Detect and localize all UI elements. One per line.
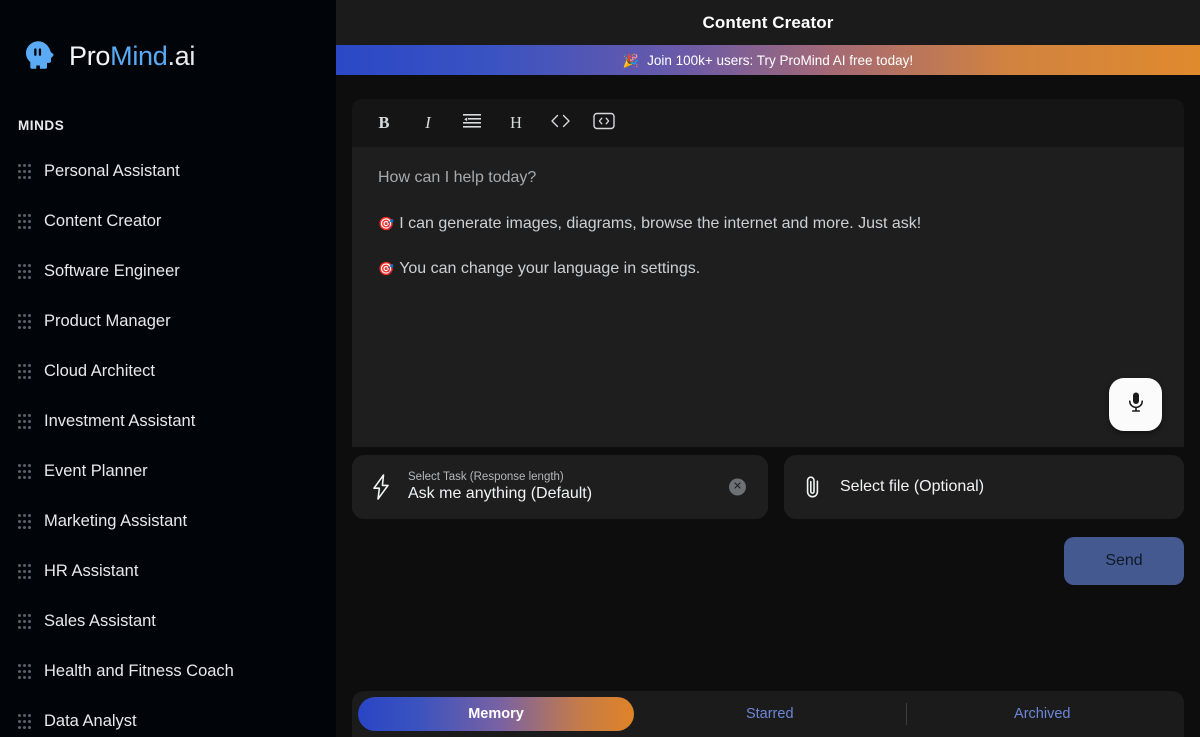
promo-text: Join 100k+ users: Try ProMind AI free to… bbox=[647, 52, 914, 68]
drag-handle-icon[interactable] bbox=[18, 713, 31, 729]
sidebar-item-personal-assistant[interactable]: Personal Assistant bbox=[0, 146, 336, 196]
clear-task-button[interactable]: ✕ bbox=[729, 478, 746, 496]
editor-card: B I H How can I help today? 🎯 I can gene… bbox=[352, 99, 1184, 447]
editor-hint-text: I can generate images, diagrams, browse … bbox=[399, 215, 922, 232]
angle-brackets-icon bbox=[550, 114, 571, 133]
page-title: Content Creator bbox=[702, 12, 834, 32]
brand-suffix: .ai bbox=[167, 40, 196, 71]
send-button[interactable]: Send bbox=[1064, 537, 1184, 585]
editor-hint: 🎯 I can generate images, diagrams, brows… bbox=[378, 215, 1158, 233]
minds-section-label: MINDS bbox=[18, 118, 65, 133]
microphone-button[interactable] bbox=[1109, 378, 1162, 431]
editor-wrapper: B I H How can I help today? 🎯 I can gene… bbox=[336, 75, 1200, 447]
tab-memory[interactable]: Memory bbox=[358, 697, 634, 731]
sidebar-item-health-and-fitness-coach[interactable]: Health and Fitness Coach bbox=[0, 646, 336, 696]
brand-pro: Pro bbox=[69, 40, 111, 71]
code-block-icon bbox=[593, 112, 615, 135]
heading-button[interactable]: H bbox=[494, 103, 538, 143]
sidebar-item-label: Marketing Assistant bbox=[44, 511, 188, 530]
inline-code-button[interactable] bbox=[538, 103, 582, 143]
sidebar-item-label: Investment Assistant bbox=[44, 411, 196, 430]
promo-banner[interactable]: 🎉 Join 100k+ users: Try ProMind AI free … bbox=[336, 45, 1200, 75]
sidebar-item-data-analyst[interactable]: Data Analyst bbox=[0, 696, 336, 737]
drag-handle-icon[interactable] bbox=[18, 313, 31, 329]
sidebar-item-event-planner[interactable]: Event Planner bbox=[0, 446, 336, 496]
task-selector-texts: Select Task (Response length) Ask me any… bbox=[408, 471, 592, 503]
titlebar: Content Creator bbox=[336, 0, 1200, 45]
list-icon bbox=[463, 113, 481, 133]
dart-icon: 🎯 bbox=[378, 216, 395, 231]
brand-mind: Mind bbox=[110, 40, 168, 71]
sidebar-item-cloud-architect[interactable]: Cloud Architect bbox=[0, 346, 336, 396]
task-selector[interactable]: Select Task (Response length) Ask me any… bbox=[352, 455, 768, 519]
sidebar-item-product-manager[interactable]: Product Manager bbox=[0, 296, 336, 346]
sidebar-item-label: Software Engineer bbox=[44, 261, 180, 280]
main-panel: Content Creator 🎉 Join 100k+ users: Try … bbox=[336, 0, 1200, 737]
editor-hint: 🎯 You can change your language in settin… bbox=[378, 260, 1158, 278]
sidebar-item-label: HR Assistant bbox=[44, 561, 139, 580]
editor-body[interactable]: How can I help today? 🎯 I can generate i… bbox=[352, 147, 1184, 447]
app-root: ProMind.ai MINDS Personal Assistant Conte… bbox=[0, 0, 1200, 737]
paperclip-icon bbox=[800, 474, 826, 500]
party-popper-icon: 🎉 bbox=[622, 52, 640, 68]
task-selector-label: Select Task (Response length) bbox=[408, 471, 564, 483]
sidebar-item-label: Product Manager bbox=[44, 311, 171, 330]
drag-handle-icon[interactable] bbox=[18, 413, 31, 429]
list-button[interactable] bbox=[450, 103, 494, 143]
sidebar-item-label: Data Analyst bbox=[44, 711, 137, 730]
sidebar-item-label: Sales Assistant bbox=[44, 611, 156, 630]
send-row: Send bbox=[336, 519, 1200, 585]
editor-hint-text: You can change your language in settings… bbox=[399, 260, 701, 277]
task-selector-value: Ask me anything (Default) bbox=[408, 485, 593, 502]
dart-icon: 🎯 bbox=[378, 261, 395, 276]
editor-placeholder: How can I help today? bbox=[378, 169, 537, 186]
sidebar-item-sales-assistant[interactable]: Sales Assistant bbox=[0, 596, 336, 646]
minds-list: Personal Assistant Content Creator Softwar… bbox=[0, 146, 336, 737]
sidebar-item-software-engineer[interactable]: Software Engineer bbox=[0, 246, 336, 296]
microphone-icon bbox=[1125, 390, 1147, 419]
sidebar-item-label: Cloud Architect bbox=[44, 361, 155, 380]
sidebar-item-label: Content Creator bbox=[44, 211, 162, 230]
brand-wordmark: ProMind.ai bbox=[69, 41, 195, 72]
drag-handle-icon[interactable] bbox=[18, 563, 31, 579]
drag-handle-icon[interactable] bbox=[18, 213, 31, 229]
controls-row: Select Task (Response length) Ask me any… bbox=[336, 447, 1200, 519]
drag-handle-icon[interactable] bbox=[18, 613, 31, 629]
sidebar-item-marketing-assistant[interactable]: Marketing Assistant bbox=[0, 496, 336, 546]
drag-handle-icon[interactable] bbox=[18, 663, 31, 679]
code-block-button[interactable] bbox=[582, 103, 626, 143]
tab-archived[interactable]: Archived bbox=[907, 697, 1179, 731]
drag-handle-icon[interactable] bbox=[18, 163, 31, 179]
formatting-toolbar: B I H bbox=[352, 99, 1184, 147]
lightning-bolt-icon bbox=[368, 474, 394, 500]
file-selector-label: Select file (Optional) bbox=[840, 478, 985, 495]
bottom-tabs: Memory Starred Archived bbox=[352, 691, 1184, 737]
promind-logo-icon bbox=[21, 38, 57, 74]
sidebar-item-hr-assistant[interactable]: HR Assistant bbox=[0, 546, 336, 596]
sidebar: ProMind.ai MINDS Personal Assistant Conte… bbox=[0, 0, 336, 737]
sidebar-item-label: Health and Fitness Coach bbox=[44, 661, 234, 680]
drag-handle-icon[interactable] bbox=[18, 463, 31, 479]
drag-handle-icon[interactable] bbox=[18, 263, 31, 279]
sidebar-item-content-creator[interactable]: Content Creator bbox=[0, 196, 336, 246]
sidebar-item-label: Personal Assistant bbox=[44, 161, 180, 180]
sidebar-item-label: Event Planner bbox=[44, 461, 148, 480]
drag-handle-icon[interactable] bbox=[18, 513, 31, 529]
brand[interactable]: ProMind.ai bbox=[0, 0, 336, 74]
bold-button[interactable]: B bbox=[362, 103, 406, 143]
tab-starred[interactable]: Starred bbox=[634, 697, 906, 731]
italic-button[interactable]: I bbox=[406, 103, 450, 143]
drag-handle-icon[interactable] bbox=[18, 363, 31, 379]
sidebar-item-investment-assistant[interactable]: Investment Assistant bbox=[0, 396, 336, 446]
file-selector[interactable]: Select file (Optional) bbox=[784, 455, 1184, 519]
